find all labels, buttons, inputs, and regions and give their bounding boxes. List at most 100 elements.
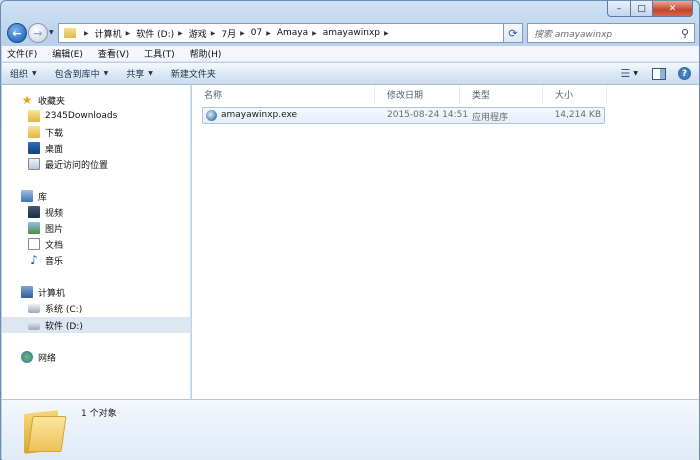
help-icon[interactable]: ? [678, 67, 691, 80]
column-header-label: 大小 [555, 90, 574, 101]
file-name: amayawinxp.exe [221, 110, 298, 120]
menu-edit[interactable]: 编辑(E) [52, 47, 83, 60]
pictures-icon [28, 222, 40, 234]
nav-libraries[interactable]: 库 [2, 188, 190, 204]
back-button[interactable]: ← [7, 23, 27, 43]
include-library-label: 包含到库中 [54, 70, 100, 80]
details-pane: 1 个对象 [2, 399, 699, 460]
menu-view[interactable]: 查看(V) [98, 47, 129, 60]
breadcrumb-item[interactable]: 计算机 [95, 27, 122, 40]
preview-pane-icon[interactable] [652, 67, 666, 80]
column-header-label: 名称 [204, 90, 223, 101]
chevron-right-icon[interactable]: ▶ [384, 30, 389, 37]
nav-item-documents[interactable]: 文档 [2, 236, 190, 252]
nav-item-music[interactable]: ♪ 音乐 [2, 252, 190, 268]
nav-item-videos[interactable]: 视频 [2, 204, 190, 220]
folder-front-shape [27, 416, 67, 452]
nav-item-drive-d[interactable]: 软件 (D:) [2, 317, 190, 333]
column-header-modified[interactable]: 修改日期 [375, 85, 460, 103]
organize-button[interactable]: 组织 ▼ [10, 67, 37, 80]
nav-network[interactable]: 网络 [2, 349, 190, 365]
minimize-button[interactable]: – [607, 1, 631, 17]
nav-item-recent-places[interactable]: 最近访问的位置 [2, 156, 190, 172]
nav-network-label: 网络 [38, 353, 57, 364]
chevron-right-icon[interactable]: ▶ [240, 30, 245, 37]
breadcrumb-item[interactable]: 07 [251, 28, 262, 38]
chevron-right-icon[interactable]: ▶ [211, 30, 216, 37]
file-size: 14,214 KB [554, 110, 601, 120]
documents-icon [28, 238, 40, 250]
nav-libraries-label: 库 [38, 192, 48, 203]
new-folder-button[interactable]: 新建文件夹 [171, 67, 216, 80]
breadcrumb-item[interactable]: 7月 [221, 27, 236, 40]
chevron-down-icon: ▼ [103, 70, 109, 77]
chevron-right-icon[interactable]: ▶ [84, 30, 89, 37]
computer-icon [21, 286, 33, 298]
navigation-bar: ← → ▼ ▶ 计算机 ▶ 软件 (D:) ▶ 游戏 ▶ 7月 ▶ 07 ▶ A… [7, 22, 695, 44]
organize-label: 组织 [10, 70, 29, 80]
recent-places-icon [28, 158, 40, 170]
view-options-icon[interactable]: ☰ [621, 67, 631, 80]
maximize-button[interactable]: □ [631, 1, 653, 17]
menu-file[interactable]: 文件(F) [7, 47, 37, 60]
search-icon[interactable]: ⚲ [681, 27, 689, 40]
close-button[interactable]: ✕ [653, 1, 693, 17]
column-header-label: 修改日期 [387, 90, 424, 101]
chevron-right-icon[interactable]: ▶ [312, 30, 317, 37]
nav-item-label: 视频 [45, 208, 64, 219]
column-header-type[interactable]: 类型 [460, 85, 543, 103]
nav-item-label: 文档 [45, 240, 64, 251]
column-header-size[interactable]: 大小 [543, 85, 607, 103]
nav-item-label: 图片 [45, 224, 64, 235]
nav-item-downloads[interactable]: 下载 [2, 124, 190, 140]
menu-help[interactable]: 帮助(H) [190, 47, 222, 60]
nav-item-label: 下载 [45, 128, 64, 139]
nav-item-2345downloads[interactable]: 2345Downloads [2, 108, 190, 124]
chevron-right-icon[interactable]: ▶ [178, 30, 183, 37]
column-header-name[interactable]: 名称 [192, 85, 375, 103]
folder-icon [64, 28, 76, 38]
nav-item-drive-c[interactable]: 系统 (C:) [2, 300, 190, 316]
breadcrumb-item[interactable]: Amaya [277, 28, 308, 38]
breadcrumb-item[interactable]: amayawinxp [323, 28, 380, 38]
network-icon [21, 351, 33, 363]
chevron-right-icon[interactable]: ▶ [126, 30, 131, 37]
address-bar[interactable]: ▶ 计算机 ▶ 软件 (D:) ▶ 游戏 ▶ 7月 ▶ 07 ▶ Amaya ▶… [58, 23, 523, 43]
search-input[interactable]: 搜索 amayawinxp ⚲ [527, 23, 695, 43]
chevron-down-icon[interactable]: ▼ [633, 70, 638, 77]
close-icon: ✕ [668, 3, 677, 14]
caption-buttons: – □ ✕ [607, 1, 693, 17]
application-icon [206, 110, 217, 121]
nav-computer-label: 计算机 [38, 288, 66, 299]
nav-item-label: 音乐 [45, 256, 64, 267]
folder-icon [24, 408, 67, 454]
breadcrumb-item[interactable]: 游戏 [189, 27, 207, 40]
menu-tools[interactable]: 工具(T) [144, 47, 175, 60]
refresh-button[interactable]: ⟳ [503, 23, 523, 43]
forward-button[interactable]: → [28, 23, 48, 43]
arrow-left-icon: ← [12, 26, 22, 40]
nav-item-desktop[interactable]: 桌面 [2, 140, 190, 156]
nav-item-label: 软件 (D:) [45, 321, 83, 332]
share-label: 共享 [126, 70, 145, 80]
music-note-icon: ♪ [30, 253, 38, 267]
maximize-icon: □ [637, 3, 646, 14]
breadcrumb: ▶ 计算机 ▶ 软件 (D:) ▶ 游戏 ▶ 7月 ▶ 07 ▶ Amaya ▶… [80, 27, 395, 40]
chevron-right-icon[interactable]: ▶ [266, 30, 271, 37]
include-library-button[interactable]: 包含到库中 ▼ [55, 67, 109, 80]
arrow-right-icon: → [33, 26, 43, 40]
nav-favorites[interactable]: ★ 收藏夹 [2, 92, 190, 108]
nav-favorites-label: 收藏夹 [38, 96, 66, 107]
file-list: 名称 修改日期 类型 大小 amayawinxp.exe 2015-08-24 … [192, 85, 699, 399]
table-row[interactable]: amayawinxp.exe 2015-08-24 14:51 应用程序 14,… [202, 107, 605, 124]
nav-item-label: 系统 (C:) [45, 304, 83, 315]
nav-item-label: 2345Downloads [45, 111, 118, 121]
refresh-icon: ⟳ [508, 26, 518, 40]
breadcrumb-item[interactable]: 软件 (D:) [136, 27, 174, 40]
nav-item-pictures[interactable]: 图片 [2, 220, 190, 236]
new-folder-label: 新建文件夹 [170, 70, 216, 80]
share-button[interactable]: 共享 ▼ [126, 67, 153, 80]
nav-computer[interactable]: 计算机 [2, 284, 190, 300]
star-icon: ★ [21, 93, 33, 107]
recent-pages-dropdown[interactable]: ▼ [49, 29, 54, 36]
